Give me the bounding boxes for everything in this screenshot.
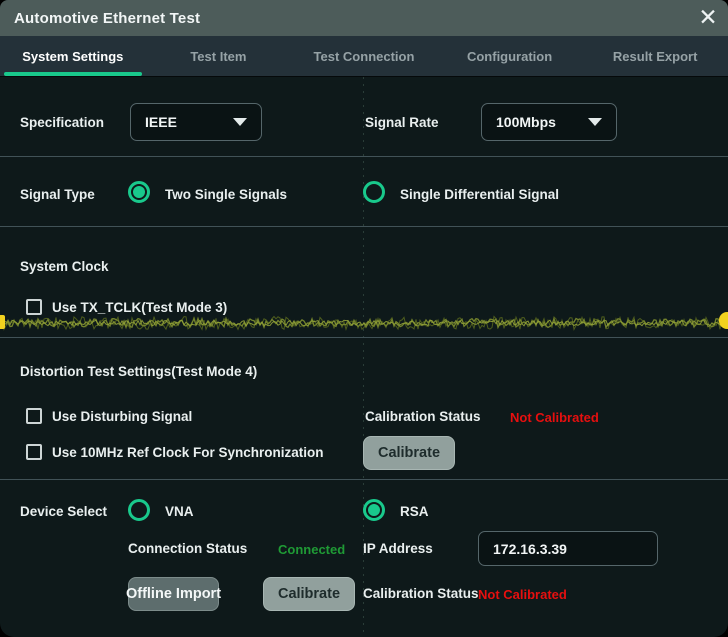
device-select-label: Device Select bbox=[20, 504, 107, 519]
distortion-calibrate-button[interactable]: Calibrate bbox=[363, 436, 455, 470]
signal-type-label: Signal Type bbox=[20, 187, 95, 202]
tab-test-item[interactable]: Test Item bbox=[146, 36, 292, 76]
distortion-settings-title: Distortion Test Settings(Test Mode 4) bbox=[20, 364, 257, 379]
radio-single-differential-signal-label: Single Differential Signal bbox=[400, 187, 559, 202]
use-10mhz-ref-clock-checkbox[interactable] bbox=[26, 444, 42, 460]
specification-dropdown[interactable]: IEEE bbox=[130, 103, 262, 141]
active-tab-underline bbox=[4, 72, 142, 76]
radio-two-single-signals-label: Two Single Signals bbox=[165, 187, 287, 202]
section-divider bbox=[0, 226, 728, 227]
offline-import-button[interactable]: Offline Import bbox=[128, 577, 219, 611]
distortion-calibration-status-value: Not Calibrated bbox=[510, 410, 599, 425]
chevron-down-icon bbox=[233, 118, 247, 126]
radio-rsa-label: RSA bbox=[400, 504, 429, 519]
radio-single-differential-signal[interactable] bbox=[363, 181, 385, 203]
tab-bar: System Settings Test Item Test Connectio… bbox=[0, 36, 728, 77]
system-clock-title: System Clock bbox=[20, 259, 109, 274]
button-label: Calibrate bbox=[378, 445, 440, 461]
left-trigger-marker-icon bbox=[0, 315, 5, 329]
device-calibration-status-label: Calibration Status bbox=[363, 586, 479, 601]
button-label: Offline Import bbox=[126, 586, 221, 602]
chevron-down-icon bbox=[588, 118, 602, 126]
use-disturbing-signal-label: Use Disturbing Signal bbox=[52, 409, 192, 424]
automotive-ethernet-test-dialog: Automotive Ethernet Test ✕ System Settin… bbox=[0, 0, 728, 637]
signal-rate-value: 100Mbps bbox=[496, 114, 556, 130]
dialog-title: Automotive Ethernet Test bbox=[14, 10, 200, 27]
connection-status-label: Connection Status bbox=[128, 541, 247, 556]
radio-vna-label: VNA bbox=[165, 504, 194, 519]
tab-label: Result Export bbox=[613, 49, 698, 64]
tab-system-settings[interactable]: System Settings bbox=[0, 36, 146, 76]
button-label: Calibrate bbox=[278, 586, 340, 602]
signal-rate-dropdown[interactable]: 100Mbps bbox=[481, 103, 617, 141]
distortion-calibration-status-label: Calibration Status bbox=[365, 409, 481, 424]
radio-rsa[interactable] bbox=[363, 499, 385, 521]
use-disturbing-signal-checkbox[interactable] bbox=[26, 408, 42, 424]
close-button[interactable]: ✕ bbox=[694, 4, 722, 32]
device-calibrate-button[interactable]: Calibrate bbox=[263, 577, 355, 611]
tab-label: System Settings bbox=[22, 49, 123, 64]
section-divider bbox=[0, 479, 728, 480]
section-divider bbox=[0, 156, 728, 157]
tab-result-export[interactable]: Result Export bbox=[582, 36, 728, 76]
right-trigger-marker-icon bbox=[719, 312, 728, 329]
tab-configuration[interactable]: Configuration bbox=[437, 36, 583, 76]
connection-status-value: Connected bbox=[278, 542, 345, 557]
close-icon: ✕ bbox=[698, 5, 717, 31]
use-10mhz-ref-clock-label: Use 10MHz Ref Clock For Synchronization bbox=[52, 445, 324, 460]
device-calibration-status-value: Not Calibrated bbox=[478, 587, 567, 602]
radio-vna[interactable] bbox=[128, 499, 150, 521]
scope-waveform-strip bbox=[0, 311, 728, 335]
specification-label: Specification bbox=[20, 115, 104, 130]
section-divider bbox=[0, 337, 728, 338]
tab-label: Test Item bbox=[190, 49, 246, 64]
radio-two-single-signals[interactable] bbox=[128, 181, 150, 203]
titlebar: Automotive Ethernet Test ✕ bbox=[0, 0, 728, 36]
ip-address-input[interactable] bbox=[478, 531, 658, 566]
signal-rate-label: Signal Rate bbox=[365, 115, 439, 130]
specification-value: IEEE bbox=[145, 114, 177, 130]
tab-label: Test Connection bbox=[314, 49, 415, 64]
tab-label: Configuration bbox=[467, 49, 552, 64]
ip-address-label: IP Address bbox=[363, 541, 433, 556]
tab-test-connection[interactable]: Test Connection bbox=[291, 36, 437, 76]
